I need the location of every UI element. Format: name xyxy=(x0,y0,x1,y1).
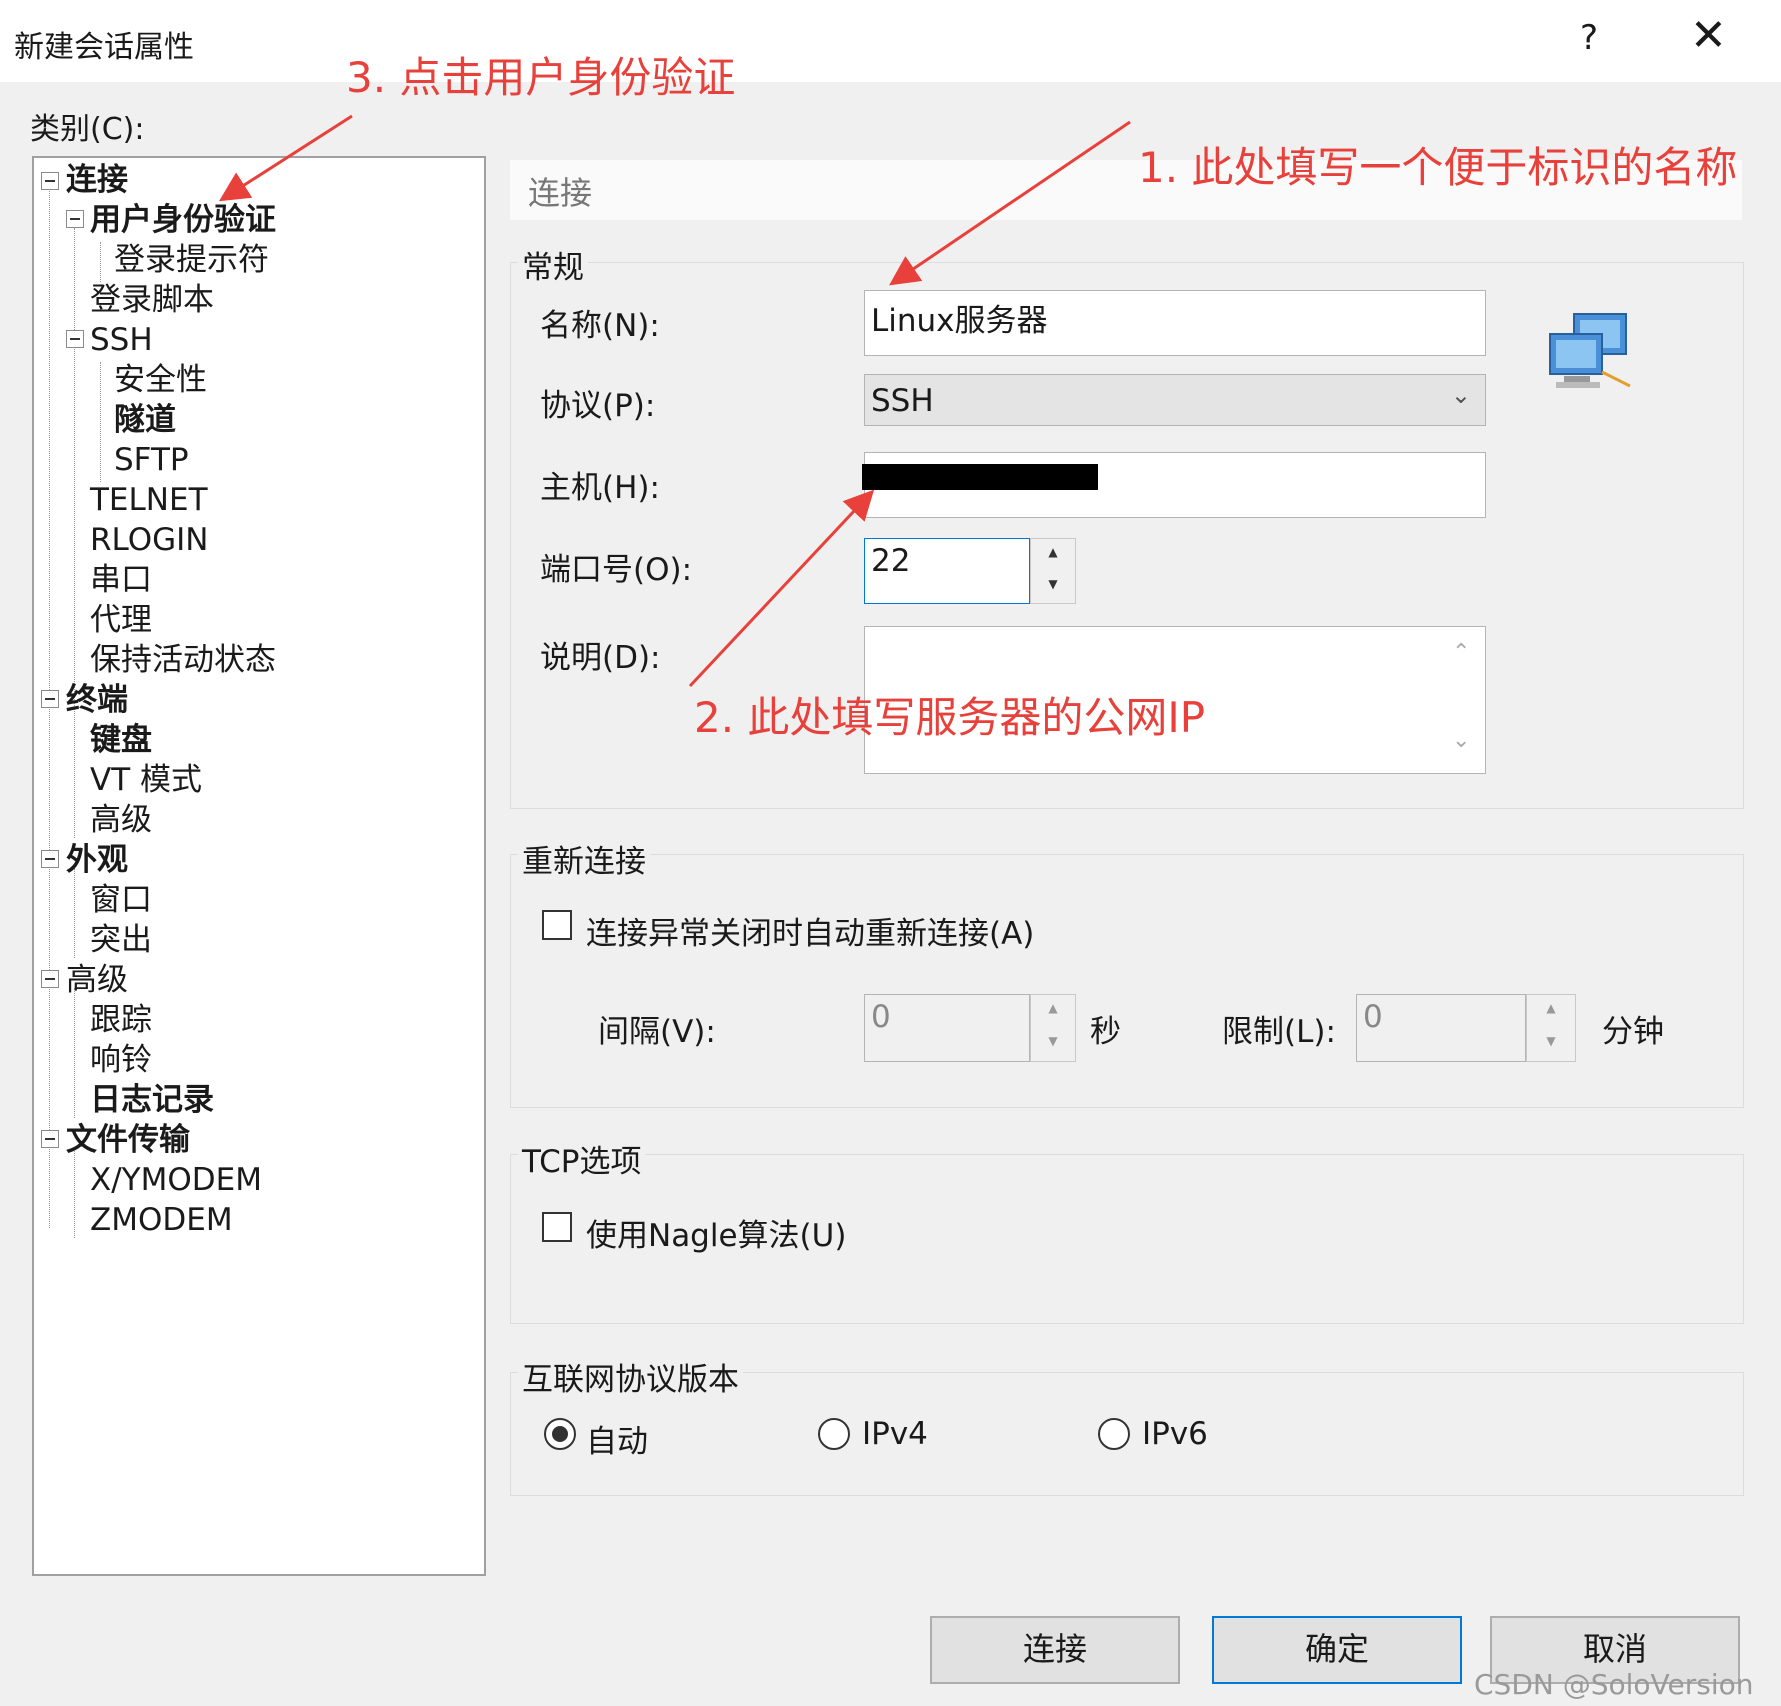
arrow-to-host-input xyxy=(688,489,875,688)
session-properties-dialog: 新建会话属性 ? ✕ 类别(C): 连接 用户身份验证 登录提示符 登录脚本 S… xyxy=(0,0,1781,1706)
arrow-to-name-input xyxy=(889,120,1131,286)
annotation-arrows xyxy=(218,114,1131,688)
arrow-to-user-auth xyxy=(218,114,353,202)
watermark: CSDN @SoloVersion xyxy=(1474,1668,1754,1701)
